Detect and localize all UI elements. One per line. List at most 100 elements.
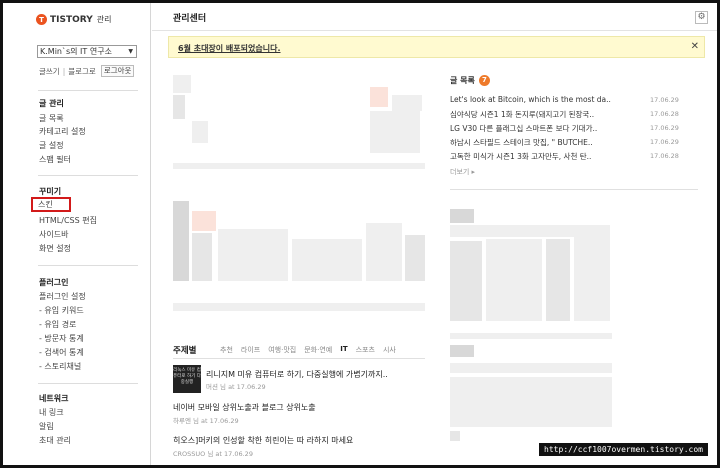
menu-item-html-css[interactable]: HTML/CSS 편집: [39, 215, 97, 226]
topic-title: 주제별: [173, 346, 197, 356]
post-row[interactable]: LG V30 다른 플래그십 스마트폰 보다 기대가.. 17.06.29: [450, 123, 680, 134]
notice-link[interactable]: 6월 초대장이 배포되었습니다.: [178, 43, 281, 54]
menu-item-category[interactable]: 카테고리 설정: [39, 126, 86, 137]
post-date: 17.06.28: [650, 152, 679, 160]
topic-tab[interactable]: 추천: [220, 345, 233, 355]
url-watermark: http://ccf1007overmen.tistory.com: [539, 443, 708, 456]
blog-links: 글쓰기 | 블로그로 로그아웃: [39, 65, 135, 77]
blurred-area: [392, 95, 422, 111]
topic-item-meta: 하루엔 님 at 17.06.29: [173, 417, 239, 425]
blurred-area: [192, 121, 208, 143]
menu-item-plugin-settings[interactable]: 플러그인 설정: [39, 291, 86, 302]
blurred-area: [486, 239, 542, 321]
menu-item-inflow-keyword[interactable]: - 유입 키워드: [39, 305, 84, 316]
topic-item-meta: CROSSUO 님 at 17.06.29: [173, 450, 253, 458]
topic-tab[interactable]: 라이프: [241, 345, 260, 355]
menu-item-notifications[interactable]: 알림: [39, 421, 54, 432]
menu-item-spam-filter[interactable]: 스팸 필터: [39, 154, 71, 165]
separator: |: [62, 66, 66, 76]
blog-select-value: K.Min`s의 IT 연구소: [40, 47, 112, 56]
post-row[interactable]: 하남시 스타필드 스테이크 맛집, " BUTCHE.. 17.06.29: [450, 137, 680, 148]
menu-item-search-stats[interactable]: - 검색어 통계: [39, 347, 84, 358]
post-row[interactable]: Let's look at Bitcoin, which is the most…: [450, 95, 680, 104]
blog-select[interactable]: K.Min`s의 IT 연구소 ▼: [37, 45, 137, 58]
blurred-area: [405, 235, 425, 281]
topic-item-title[interactable]: 히오스]머키의 인성할 착한 히린이는 따 라하지 마세요: [173, 435, 353, 446]
close-icon[interactable]: ✕: [691, 41, 699, 52]
menu-item-sidebar[interactable]: 사이드바: [39, 229, 68, 240]
logo-text: TISTORY: [50, 14, 93, 25]
menu-title-plugin: 플러그인: [39, 278, 69, 287]
topic-tab-active[interactable]: IT: [340, 345, 347, 355]
logo-sub: 관리: [96, 15, 112, 24]
post-row[interactable]: 고독한 미식가 시즌1 3화 고자만두, 사천 탄.. 17.06.28: [450, 151, 680, 162]
post-date: 17.06.29: [650, 124, 679, 132]
chevron-down-icon: ▼: [128, 48, 133, 55]
blurred-area: [450, 377, 612, 427]
divider: [38, 90, 138, 91]
menu-title-post: 글 관리: [39, 99, 64, 108]
post-title[interactable]: Let's look at Bitcoin, which is the most…: [450, 95, 611, 104]
more-link[interactable]: 더보기 ▸: [450, 167, 475, 177]
write-link[interactable]: 글쓰기: [39, 66, 60, 77]
blurred-area: [173, 201, 189, 281]
topic-tab[interactable]: 문화·연예: [304, 345, 332, 355]
blurred-area: [574, 225, 610, 321]
tistory-logo[interactable]: T TISTORY 관리: [36, 14, 111, 25]
blurred-area: [292, 239, 362, 281]
post-title[interactable]: LG V30 다른 플래그십 스마트폰 보다 기대가..: [450, 124, 597, 133]
divider: [38, 265, 138, 266]
menu-item-post-list[interactable]: 글 목록: [39, 113, 64, 124]
blurred-area: [370, 111, 420, 153]
topic-item-title[interactable]: 리니지M 미유 컴퓨터로 하기, 다중실행에 가볍기까지..: [206, 369, 388, 380]
menu-item-my-links[interactable]: 내 링크: [39, 407, 64, 418]
divider: [38, 175, 138, 176]
post-title[interactable]: 고독한 미식가 시즌1 3화 고자만두, 사천 탄..: [450, 152, 591, 161]
post-date: 17.06.28: [650, 110, 679, 118]
topic-tab[interactable]: 스포츠: [356, 345, 375, 355]
blurred-area: [192, 211, 216, 231]
menu-title-decorate: 꾸미기: [39, 187, 62, 196]
logout-button[interactable]: 로그아웃: [100, 65, 135, 77]
post-date: 17.06.29: [650, 138, 679, 146]
page-title: 관리센터: [173, 14, 207, 24]
menu-item-post-settings[interactable]: 글 설정: [39, 140, 64, 151]
blog-link[interactable]: 블로그로: [68, 66, 96, 77]
divider: [38, 383, 138, 384]
post-title[interactable]: 하남시 스타필드 스테이크 맛집, " BUTCHE..: [450, 138, 593, 147]
menu-title-network: 네트워크: [39, 394, 69, 403]
topic-thumbnail[interactable]: 리눅스 미유 컴퓨터로 하기 다중실행: [173, 365, 201, 393]
menu-item-visitor-stats[interactable]: - 방문자 통계: [39, 333, 84, 344]
post-list-title: 글 목록 7: [450, 75, 490, 86]
menu-item-skin[interactable]: 스킨: [31, 197, 71, 212]
topic-item-title[interactable]: 네이버 모바일 상위노출과 블로그 상위노출: [173, 402, 316, 413]
post-list-title-text: 글 목록: [450, 76, 475, 85]
post-count-badge: 7: [478, 75, 490, 86]
topic-item-meta: 머션 님 at 17.06.29: [206, 383, 266, 391]
notice-banner: 6월 초대장이 배포되었습니다. ✕: [168, 36, 705, 58]
menu-item-inflow-path[interactable]: - 유입 경로: [39, 319, 76, 330]
post-title[interactable]: 심야식당 시즌1 1화 돈지루(돼지고기 된장국..: [450, 110, 594, 119]
menu-item-screen-settings[interactable]: 화면 설정: [39, 243, 71, 254]
blurred-area: [173, 163, 425, 169]
blurred-area: [450, 431, 460, 441]
main-content: 관리센터 ⚙ 6월 초대장이 배포되었습니다. ✕ 글 목록 7 Let's lo…: [152, 3, 717, 465]
topic-tab[interactable]: 시사: [383, 345, 396, 355]
menu-item-story-channel[interactable]: - 스토리채널: [39, 361, 81, 372]
menu-item-invitations[interactable]: 초대 관리: [39, 435, 71, 446]
blurred-area: [366, 223, 402, 281]
blurred-area: [450, 209, 474, 223]
gear-icon[interactable]: ⚙: [695, 11, 708, 24]
sidebar: T TISTORY 관리 K.Min`s의 IT 연구소 ▼ 글쓰기 | 블로그…: [3, 3, 151, 465]
blurred-area: [450, 333, 612, 339]
blurred-area: [450, 345, 474, 357]
post-row[interactable]: 심야식당 시즌1 1화 돈지루(돼지고기 된장국.. 17.06.28: [450, 109, 680, 120]
blurred-area: [173, 303, 425, 311]
divider: [450, 189, 698, 190]
blurred-area: [173, 75, 191, 93]
blurred-area: [192, 233, 212, 281]
topic-tab[interactable]: 여행·맛집: [268, 345, 296, 355]
tistory-logo-icon: T: [36, 14, 47, 25]
blurred-area: [450, 241, 482, 321]
topic-tabs: 추천 라이프 여행·맛집 문화·연예 IT 스포츠 시사: [220, 345, 404, 355]
